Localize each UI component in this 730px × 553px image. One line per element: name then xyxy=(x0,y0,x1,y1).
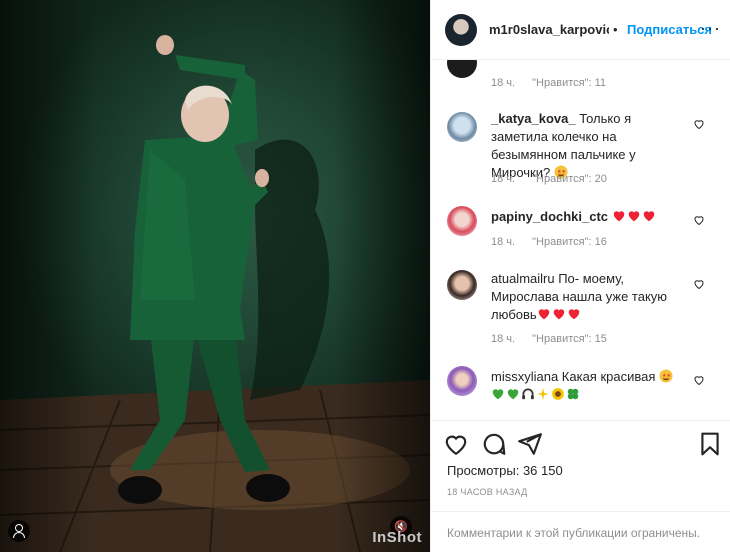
views-count: Просмотры: 36 150 xyxy=(447,463,563,478)
commenter-username[interactable]: _katya_kova_ xyxy=(491,111,576,126)
commenter-username[interactable]: atualmailru xyxy=(491,271,555,286)
post-timestamp: 18 ЧАСОВ НАЗАД xyxy=(447,487,528,497)
inshot-watermark: InShot xyxy=(372,529,422,546)
sparkles-emoji-icon xyxy=(537,388,549,400)
comment-time: 18 ч. xyxy=(491,173,516,185)
post-side-panel: m1r0slava_karpovich • Подписаться ··· 18… xyxy=(430,0,730,552)
comments-list[interactable]: 18 ч. "Нравится": 11 _katya_kova_ Только… xyxy=(431,60,730,420)
comment-time: 18 ч. xyxy=(491,77,516,89)
comment-like-heart-icon[interactable] xyxy=(693,374,705,386)
red-heart-emoji-icon xyxy=(628,211,639,222)
author-username[interactable]: m1r0slava_karpovich xyxy=(489,22,609,37)
post-photo[interactable]: 🔇 InShot xyxy=(0,0,430,552)
red-heart-emoji-icon xyxy=(538,309,549,320)
comment-like-heart-icon[interactable] xyxy=(693,278,705,290)
commenter-avatar[interactable] xyxy=(447,270,477,300)
tagged-users-icon[interactable] xyxy=(8,520,30,542)
comment-time: 18 ч. xyxy=(491,236,516,248)
save-bookmark-icon[interactable] xyxy=(697,431,723,457)
comment-meta: 18 ч. "Нравится": 11 xyxy=(491,77,620,89)
sunflower-emoji-icon xyxy=(552,388,564,400)
comment-meta: 18 ч. "Нравится": 20 xyxy=(491,173,621,185)
comment-text: papiny_dochki_ctc xyxy=(491,208,687,226)
commenter-avatar[interactable] xyxy=(447,206,477,236)
comment-bubble-icon[interactable] xyxy=(481,431,507,457)
comment-like-heart-icon[interactable] xyxy=(693,214,705,226)
comment-meta: 18 ч. "Нравится": 15 xyxy=(491,333,621,345)
comment-likes[interactable]: "Нравится": 16 xyxy=(532,236,607,248)
red-heart-emoji-icon xyxy=(568,309,579,320)
photo-vignette xyxy=(0,0,430,552)
comment-meta: 18 ч. "Нравится": 16 xyxy=(491,236,621,248)
red-heart-emoji-icon xyxy=(643,211,654,222)
like-heart-icon[interactable] xyxy=(443,431,469,457)
comment-text: missxyliana Какая красивая ★ ★ xyxy=(491,368,687,404)
comment-like-heart-icon[interactable] xyxy=(693,118,705,130)
commenter-avatar[interactable] xyxy=(447,112,477,142)
author-avatar[interactable] xyxy=(445,14,477,46)
comment-text: _katya_kova_ Только я заметила колечко н… xyxy=(491,111,636,180)
green-heart-emoji-icon xyxy=(492,389,504,400)
four-leaf-clover-emoji-icon xyxy=(567,388,579,400)
star-struck-emoji-icon: ★ ★ xyxy=(659,369,673,383)
post-actions: Просмотры: 36 150 18 ЧАСОВ НАЗАД Коммент… xyxy=(431,420,730,552)
commenter-avatar[interactable] xyxy=(447,366,477,396)
comment-likes[interactable]: "Нравится": 15 xyxy=(532,333,607,345)
comment-time: 18 ч. xyxy=(491,333,516,345)
comment-likes[interactable]: "Нравится": 11 xyxy=(532,77,606,89)
more-options-icon[interactable]: ··· xyxy=(700,18,721,39)
commenter-avatar[interactable] xyxy=(447,60,477,78)
svg-text:★: ★ xyxy=(667,373,672,379)
headphones-emoji-icon xyxy=(522,388,534,400)
green-heart-emoji-icon xyxy=(507,389,519,400)
share-direct-icon[interactable] xyxy=(517,431,543,457)
red-heart-emoji-icon xyxy=(553,309,564,320)
comment-text: atualmailru По- моему, Мирослава нашла у… xyxy=(491,271,668,322)
comments-limited-text: Комментарии к этой публикации ограничены… xyxy=(447,526,701,540)
header-separator: • xyxy=(613,22,618,37)
commenter-username[interactable]: papiny_dochki_ctc xyxy=(491,209,608,224)
comments-limited-notice: Комментарии к этой публикации ограничены… xyxy=(431,511,730,553)
comment-likes[interactable]: "Нравится": 20 xyxy=(532,173,607,185)
red-heart-emoji-icon xyxy=(613,211,624,222)
commenter-username[interactable]: missxyliana xyxy=(491,369,558,384)
post-header: m1r0slava_karpovich • Подписаться ··· xyxy=(431,0,730,60)
